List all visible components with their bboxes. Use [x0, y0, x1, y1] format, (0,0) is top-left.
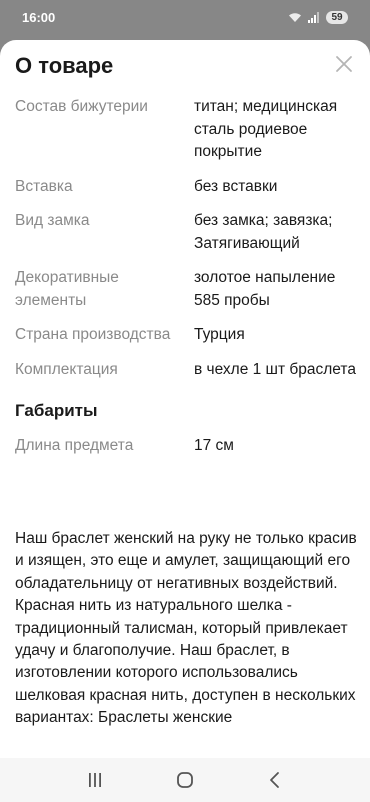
status-time: 16:00 [22, 9, 56, 25]
property-row: Состав бижутерии титан; медицинская стал… [15, 96, 360, 164]
property-value: 17 см [194, 437, 234, 454]
signal-icon [308, 11, 319, 23]
property-row: Страна производства Турция [15, 324, 360, 347]
property-value: Турция [194, 326, 245, 343]
property-key: Декоративные элементы [15, 269, 119, 309]
property-value: без замка; завязка; Затягивающий [194, 212, 333, 252]
property-value: без вставки [194, 177, 278, 195]
back-button[interactable] [255, 760, 295, 800]
property-key: Вставка [15, 177, 73, 195]
property-value: золотое напыление 585 пробы [194, 269, 336, 309]
home-icon [177, 772, 193, 788]
back-icon [270, 772, 279, 788]
properties-list: Состав бижутерии титан; медицинская стал… [15, 96, 360, 470]
property-row: Комплектация в чехле 1 шт браслета [15, 359, 360, 382]
wifi-icon [289, 12, 301, 22]
product-description: Наш браслет женский на руку не только кр… [15, 530, 357, 727]
property-key: Длина предмета [15, 437, 134, 454]
close-icon [336, 56, 352, 72]
property-row: Длина предмета 17 см [15, 435, 360, 458]
property-row: Вставка без вставки [15, 176, 360, 199]
property-key: Страна производства [15, 326, 171, 343]
navigation-bar [0, 758, 370, 802]
sheet-title: О товаре [15, 53, 114, 78]
property-value: титан; медицинская сталь родиевое покрыт… [194, 98, 338, 160]
close-button[interactable] [332, 52, 356, 76]
property-key: Вид замка [15, 212, 90, 229]
property-key: Состав бижутерии [15, 98, 148, 115]
product-info-sheet: О товаре Состав бижутерии титан; медицин… [0, 40, 370, 758]
dimensions-title: Габариты [15, 401, 98, 420]
recent-apps-button[interactable] [75, 760, 115, 800]
property-key: Комплектация [15, 360, 118, 378]
status-icons: 59 [288, 10, 348, 24]
battery-icon: 59 [326, 10, 348, 24]
recent-apps-icon [89, 773, 101, 787]
property-row: Вид замка без замка; завязка; Затягивающ… [15, 210, 360, 255]
property-row: Декоративные элементы золотое напыление … [15, 267, 360, 312]
home-button[interactable] [165, 760, 205, 800]
property-value: в чехле 1 шт браслета [194, 360, 356, 378]
status-bar: 16:00 59 [0, 0, 370, 34]
